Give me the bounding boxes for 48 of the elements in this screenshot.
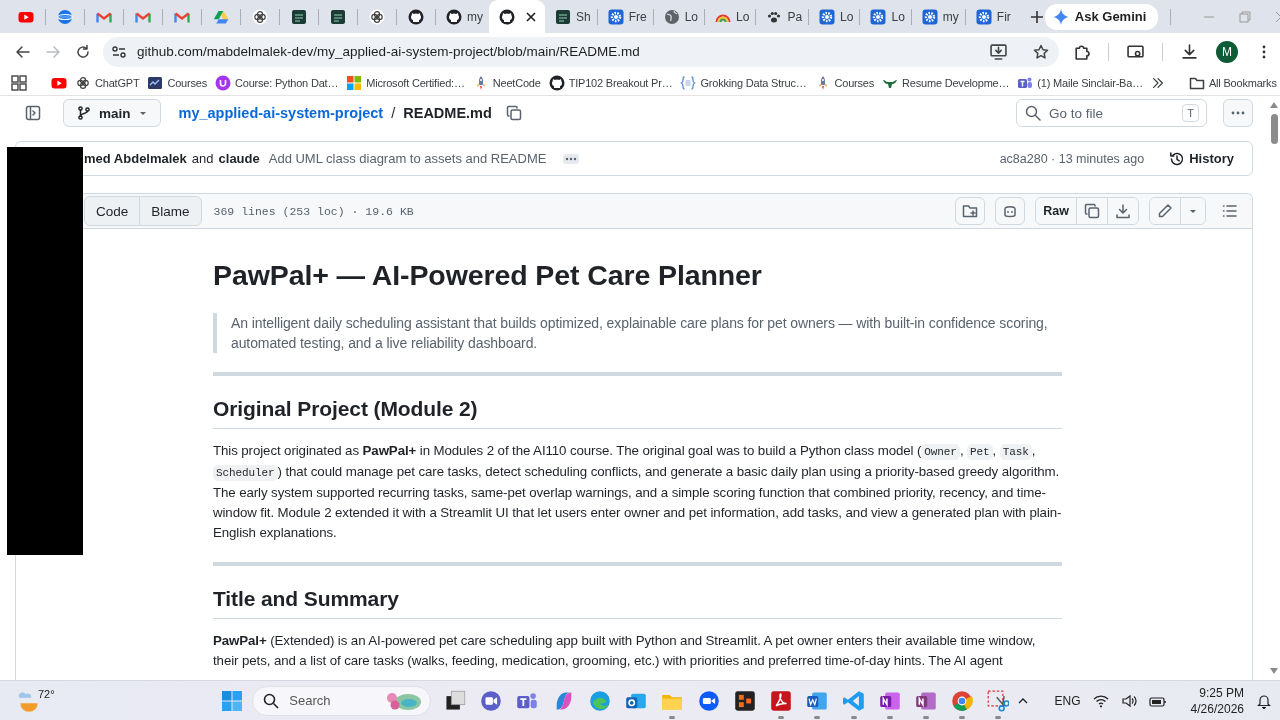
bookmark[interactable]: Grokking Data Struc… [676, 74, 811, 91]
author-name[interactable]: med Abdelmalek [84, 151, 187, 166]
address-bar[interactable]: github.com/mabdelmalek-dev/my_applied-ai-system-project/blob/main/README.md [103, 36, 1059, 67]
browser-tab[interactable]: Fre [597, 0, 653, 33]
conjunction: and [191, 151, 214, 166]
file-stats: 369 lines (253 loc) · 19.6 KB [213, 204, 414, 218]
bookmark[interactable]: Courses [143, 74, 211, 91]
bookmark[interactable]: TIP102 Breakout Pr… [544, 74, 677, 91]
gemini-button[interactable]: Ask Gemini [1044, 3, 1159, 30]
repo-link[interactable]: my_applied-ai-system-project [178, 105, 384, 121]
bookmark[interactable]: Courses [810, 74, 879, 91]
profile-avatar[interactable]: M [1216, 40, 1238, 63]
language-indicator[interactable]: ENG [1054, 693, 1081, 708]
browser-tab[interactable]: Lo [809, 0, 860, 33]
view-tab[interactable]: Blame [139, 197, 201, 225]
bookmark[interactable]: Microsoft Certified:… [342, 74, 469, 91]
search-field[interactable]: Search [252, 685, 431, 716]
browser-tab[interactable]: Lo [860, 0, 911, 33]
bookmark[interactable]: NeetCode [468, 74, 545, 91]
browser-tab[interactable]: Fir [965, 0, 1017, 33]
page-heading: PawPal+ — AI-Powered Pet Care Planner [213, 258, 763, 293]
blockquote: An intelligent daily scheduling assistant that builds optimized, explainable care plans for pet owners — with built-in confidence scoring, automated testing, and a live reliability dashboard. [213, 313, 1062, 353]
section-heading: Title and Summary [213, 585, 1062, 619]
shortcut-key: T [1182, 104, 1199, 122]
bookmark[interactable]: ChatGPT [71, 74, 144, 91]
paragraph: PawPal+ (Extended) is an AI-powered pet care scheduling app built with Python and Streamlit. A pet owner enters their available time window, their pets, and a list of care tasks (walks, feeding, medication, grooming, etc.) with priorities and preferred time-of-day hints. The AI agent [213, 632, 1037, 670]
branch-button[interactable]: main [63, 99, 161, 127]
bookmark[interactable]: Resume Developme… [878, 74, 1014, 91]
browser-tab[interactable]: my [911, 0, 965, 33]
temperature[interactable]: 72° [38, 687, 55, 700]
bookmark[interactable]: (1) Maile Sinclair-Ba… [1013, 74, 1147, 91]
commit-meta[interactable]: ac8a280 · 13 minutes ago [999, 151, 1145, 166]
all-bookmarks[interactable]: All Bookmarks [1185, 74, 1280, 91]
browser-tab[interactable]: Lo [653, 0, 705, 33]
file-name: README.md [403, 105, 492, 121]
browser-tab[interactable]: Sh [545, 0, 597, 33]
author-name[interactable]: claude [218, 151, 260, 166]
paragraph: This project originated as PawPal+ in Modules 2 of the AI110 course. The original goal was to build a Python class model ( Owner , Pet , Task , Scheduler ) that could manage pet care tasks, detect scheduling conflicts, and generate a basic daily plan using a priority-based greedy algorithm. The early system supported recurring tasks, same-pet overlap warnings, and a simple scoring function that combined priority, recency, and time-window fit. Module 2 extended it with a Streamlit UI that let users enter owner and pet information, add tasks, and view a generated plan with plain-English explanations. [213, 442, 1062, 542]
history-button[interactable]: History [1163, 149, 1240, 168]
browser-tab[interactable]: my [436, 0, 489, 33]
section-heading: Original Project (Module 2) [213, 395, 1062, 429]
browser-tab[interactable]: Lo [705, 0, 756, 33]
view-tab[interactable]: Code [85, 197, 140, 225]
browser-tab[interactable]: Pa [756, 0, 809, 33]
clock[interactable]: 9:25 PM 4/26/2026 [1190, 684, 1244, 717]
path-separator: / [391, 105, 396, 121]
bookmark[interactable]: Course: Python Dat… [211, 74, 343, 91]
commit-message[interactable]: Add UML class diagram to assets and README [268, 151, 547, 166]
